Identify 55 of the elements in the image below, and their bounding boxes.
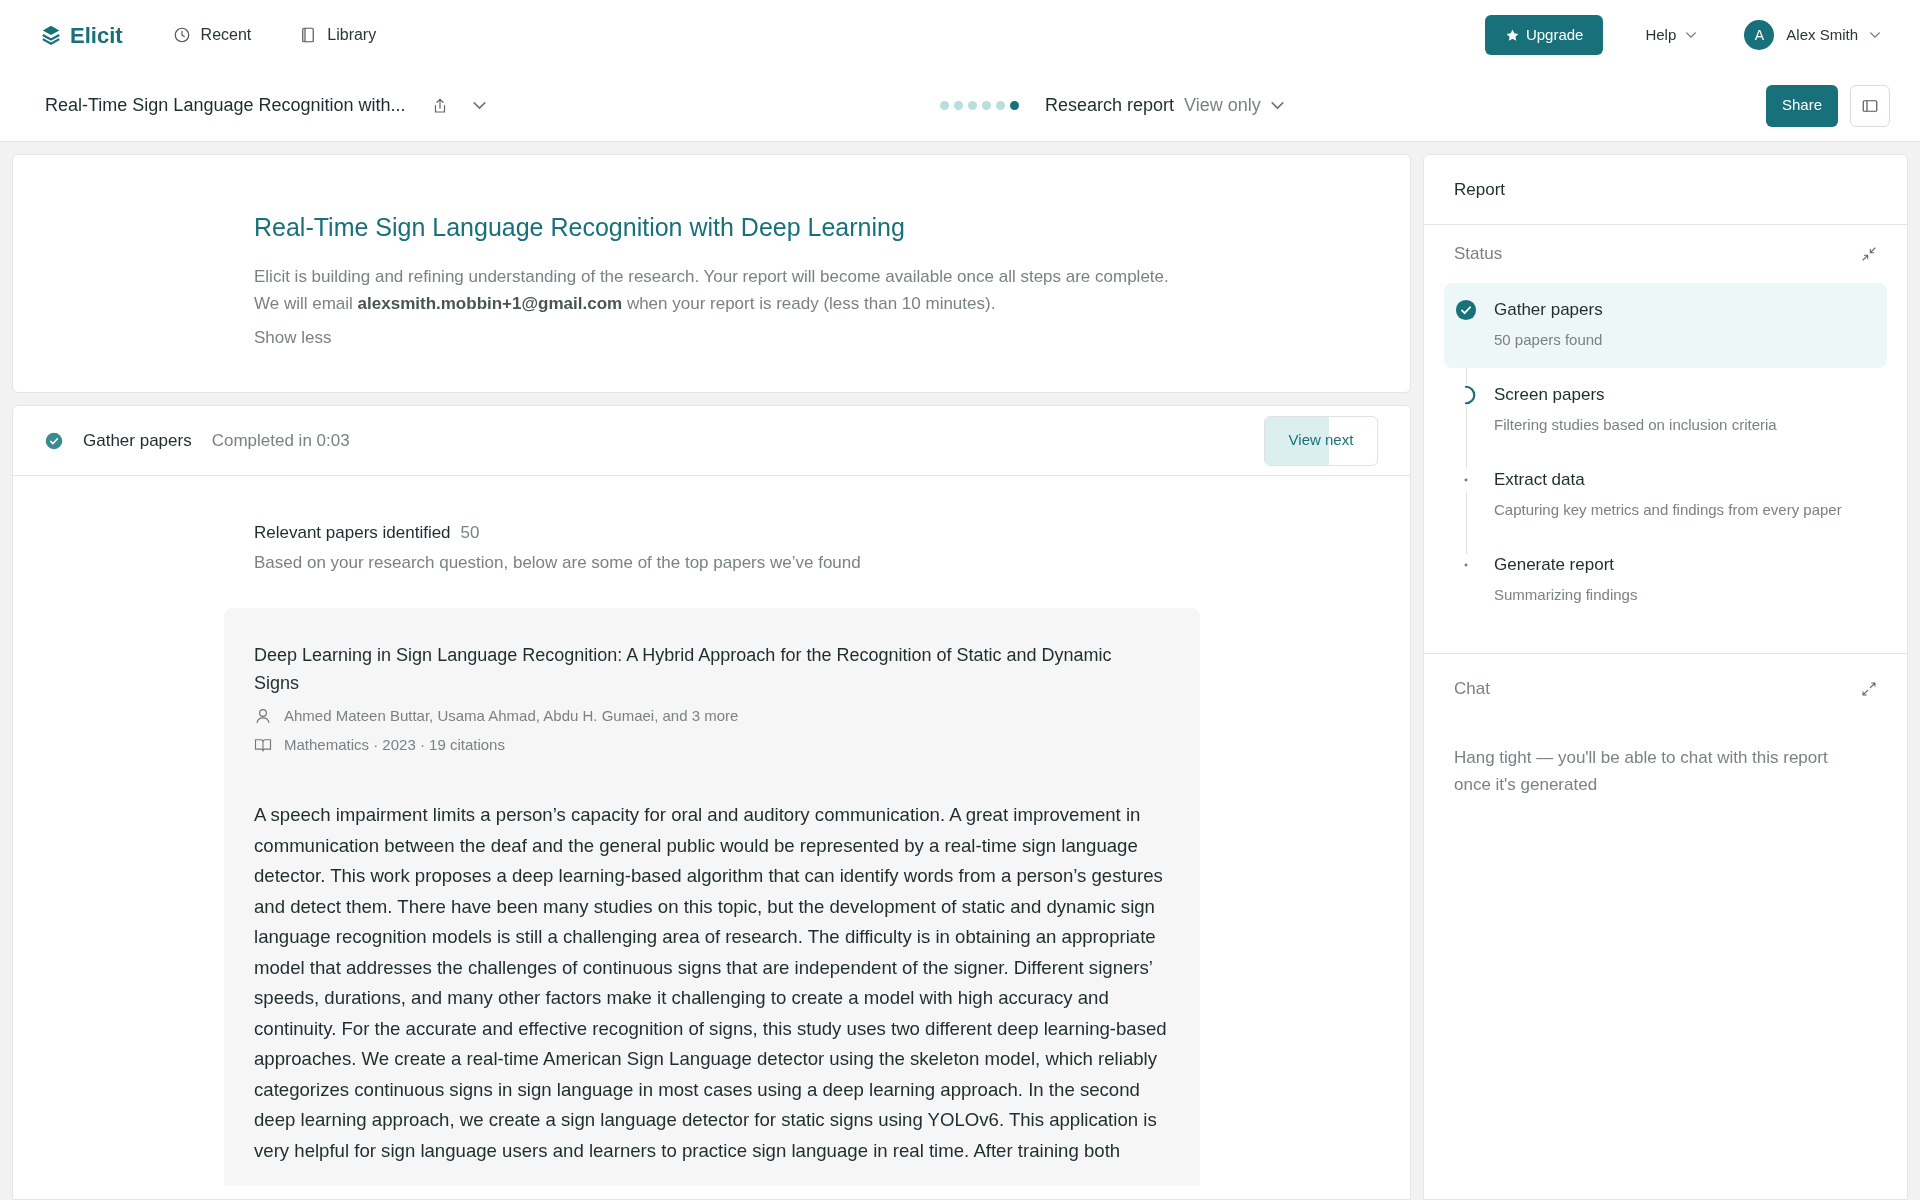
step-title: Extract data — [1494, 469, 1586, 491]
chevron-down-icon — [1870, 32, 1880, 38]
report-type-menu[interactable]: Research report View only — [1045, 92, 1284, 119]
star-icon — [1504, 27, 1520, 43]
status-step[interactable]: Extract data Capturing key metrics and findings from every paper — [1444, 453, 1887, 538]
step-title: Generate report — [1494, 554, 1615, 576]
step-title: Gather papers — [1494, 299, 1603, 321]
help-menu[interactable]: Help — [1645, 23, 1697, 47]
section-heading: Status — [1454, 243, 1503, 266]
step-duration: Completed in 0:03 — [211, 429, 350, 452]
status-message: Elicit is building and refining understanding of the research. Your report will become available once all steps are complete. We will email alexsmith.mobbin+1@gmail.com when your report is ready (less than 10 minutes). — [254, 265, 1170, 315]
paper-authors: Ahmed Mateen Buttar, Usama Ahmad, Abdu H. Gumaei, and 3 more — [284, 706, 739, 726]
step-title: Screen papers — [1494, 384, 1606, 406]
chat-placeholder-message: Hang tight — you'll be able to chat with this report once it's generated — [1454, 747, 1829, 796]
check-circle-icon — [45, 431, 63, 450]
summary-note: Based on your research question, below are some of the top papers we’ve found — [254, 551, 862, 574]
paper-title[interactable]: Deep Learning in Sign Language Recognition: A Hybrid Approach for the Recognition of Static and Dynamic Signs — [254, 641, 1160, 697]
logo-icon — [40, 24, 62, 46]
share-button[interactable]: Share — [1765, 84, 1838, 127]
upgrade-button[interactable]: Upgrade — [1484, 15, 1604, 55]
status-step[interactable]: Gather papers 50 papers found — [1444, 283, 1887, 368]
paper-count: 50 — [460, 522, 480, 544]
show-less-link[interactable]: Show less — [254, 324, 332, 350]
chevron-down-icon — [1686, 32, 1697, 38]
step-detail: Capturing key metrics and findings from every paper — [1494, 499, 1842, 520]
status-step[interactable]: Screen papers Filtering studies based on inclusion criteria — [1444, 368, 1887, 453]
user-menu[interactable]: A Alex Smith — [1744, 20, 1880, 50]
summary-label: Relevant papers identified — [254, 522, 451, 544]
nav-link[interactable]: Library — [299, 23, 377, 47]
step-detail: Summarizing findings — [1494, 584, 1638, 605]
report-title: Real-Time Sign Language Recognition with Deep Learning — [254, 212, 906, 243]
check-circle-icon — [1455, 299, 1477, 321]
step-detail: 50 papers found — [1494, 329, 1603, 350]
step-detail: Filtering studies based on inclusion criteria — [1494, 414, 1777, 435]
step-name: Gather papers — [83, 429, 192, 452]
view-next-button[interactable]: View next — [1264, 415, 1378, 466]
person-icon — [254, 707, 272, 726]
document-title: Real-Time Sign Language Recognition with... — [45, 94, 406, 117]
nav-link[interactable]: Recent — [172, 23, 252, 47]
expand-icon[interactable] — [1861, 681, 1877, 697]
report-type: Research report — [1045, 94, 1175, 117]
panel-title: Report — [1454, 178, 1506, 201]
section-heading: Chat — [1454, 678, 1490, 701]
user-name: Alex Smith — [1786, 24, 1858, 45]
avatar: A — [1744, 20, 1775, 50]
paper-abstract: A speech impairment limits a person’s capacity for oral and auditory communication. A great improvement in communication between the deaf and the general public would be represented by a real-time sign language detector. This work proposes a deep learning-based algorithm that can identify words from a person’s gestures and detect them. There have been many studies on this topic, but the development of static and dynamic sign language recognition models is still a challenging area of research. The difficulty is in obtaining an appropriate model that addresses the challenges of continuous signs that are independent of the signer. Different signers’ speeds, durations, and many other factors make it challenging to create a model with high accuracy and continuity. For the accurate and effective recognition of signs, this study uses two different deep learning-based approaches. We create a real-time American Sign Language detector using the skeleton model, which reliably categorizes continuous signs in sign language in most cases using a deep learning approach. In the second deep learning approach, we create a sign language detector for static signs using YOLOv6. This application is very helpful for sign language users and learners to practice sign language in real time. After training both — [254, 803, 1168, 1163]
chevron-down-icon[interactable] — [472, 102, 486, 109]
collapse-icon[interactable] — [1861, 246, 1877, 262]
status-step[interactable]: Generate report Summarizing findings — [1444, 538, 1887, 623]
chevron-down-icon — [1270, 102, 1284, 109]
logo[interactable]: Elicit — [40, 18, 123, 52]
access-level: View only — [1184, 94, 1261, 117]
clock-icon — [172, 26, 191, 44]
sidebar-toggle-button[interactable] — [1850, 84, 1890, 127]
paper-meta: Mathematics · 2023 · 19 citations — [284, 734, 505, 755]
